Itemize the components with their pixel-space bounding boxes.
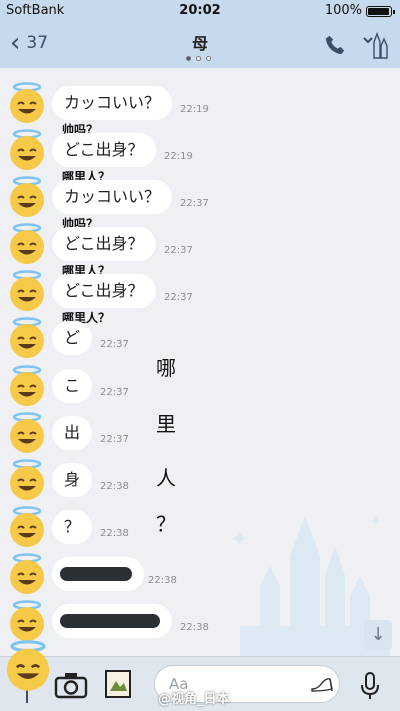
message-bubble[interactable]: ？ [52,510,93,544]
microphone-icon[interactable] [360,671,380,701]
message-time: 22:19 [164,151,193,162]
message-time: 22:37 [100,434,129,445]
angel-emoji-avatar[interactable] [6,412,48,454]
angel-emoji-avatar[interactable] [6,176,48,218]
message-time: 22:37 [164,292,193,303]
vertical-annotation-char: ？ [156,512,176,536]
photo-album-icon[interactable] [104,669,132,699]
message-time: 22:38 [148,575,177,586]
angel-emoji-avatar[interactable] [6,365,48,407]
angel-emoji-avatar[interactable] [6,82,48,124]
message-bubble[interactable]: ど [52,321,93,355]
angel-emoji-avatar[interactable] [6,459,48,501]
battery-percent: 100% [324,3,362,18]
redaction-bar [60,567,132,581]
vertical-annotation-char: 里 [156,412,176,436]
message-time: 22:37 [164,245,193,256]
message-time: 22:37 [180,198,209,209]
camera-icon[interactable] [54,671,88,699]
message-bubble[interactable]: どこ出身？ [52,274,156,308]
message-row: 22:38 [0,600,400,656]
message-bubble[interactable]: 出 [52,416,93,450]
scroll-to-bottom-button[interactable]: ↓ [364,620,392,650]
message-bubble[interactable]: どこ出身？ [52,227,156,261]
angel-emoji-avatar[interactable] [6,506,48,548]
message-bubble[interactable]: カッコいい？ [52,180,173,214]
chat-log[interactable]: ✦ ✦ カッコいい？ 22:19 帅吗？ どこ出身？ 22:19 哪里人？ カッ… [0,68,400,656]
angel-emoji-icon [6,640,50,691]
redacted-message-bubble[interactable] [52,604,172,638]
glass-slipper-icon[interactable] [310,675,334,693]
vertical-annotation-char: 哪 [156,356,176,380]
message-time: 22:37 [100,339,129,350]
phone-icon[interactable] [324,34,346,56]
message-time: 22:37 [100,387,129,398]
vertical-annotation-char: 人 [156,466,176,490]
battery-icon [366,6,395,17]
chat-header: ‹ 37 母 [0,22,400,68]
message-bubble[interactable]: カッコいい？ [52,86,173,120]
angel-emoji-avatar[interactable] [6,317,48,359]
angel-emoji-avatar[interactable] [6,600,48,642]
page-dots [186,56,211,61]
message-time: 22:38 [180,622,209,633]
redaction-bar [60,614,160,628]
redacted-message-bubble[interactable] [52,557,144,591]
angel-emoji-avatar[interactable] [6,270,48,312]
message-bubble[interactable]: どこ出身？ [52,133,156,167]
message-bubble[interactable]: こ [52,369,93,403]
castle-menu-icon[interactable] [360,28,390,60]
angel-emoji-avatar[interactable] [6,223,48,265]
message-time: 22:19 [180,104,209,115]
angel-emoji-avatar[interactable] [6,129,48,171]
status-bar: SoftBank 20:02 100% [0,0,400,22]
message-time: 22:38 [100,481,129,492]
message-time: 22:38 [100,528,129,539]
watermark-text: @视角_日本 [158,692,230,707]
message-bubble[interactable]: 身 [52,463,93,497]
angel-emoji-avatar[interactable] [6,553,48,595]
